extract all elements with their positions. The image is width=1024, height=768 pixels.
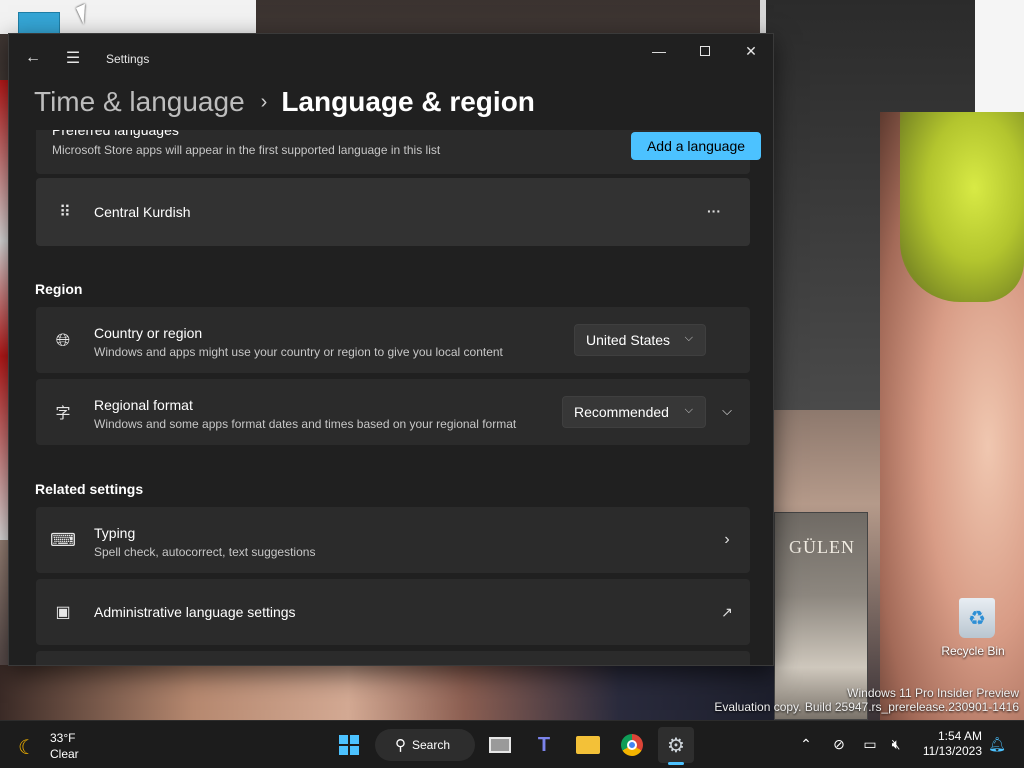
network-tray-button[interactable]: ⊘ <box>828 733 850 755</box>
settings-taskbar-button[interactable]: ⚙ <box>658 727 694 765</box>
recycle-bin-icon: ♻ <box>959 598 995 638</box>
regional-format-value: Recommended <box>574 404 669 420</box>
taskbar-search[interactable]: ⚲ Search <box>375 729 475 761</box>
chrome-button[interactable] <box>614 727 650 763</box>
notifications-button[interactable]: 🔔︎ <box>986 733 1008 755</box>
preferred-languages-subtitle: Microsoft Store apps will appear in the … <box>52 143 441 157</box>
hamburger-menu-icon: ☰ <box>65 50 81 67</box>
chevron-right-icon: › <box>260 90 268 113</box>
language-item[interactable]: ⠿ Central Kurdish ··· <box>36 178 750 246</box>
nav-menu-button[interactable]: ☰ <box>59 44 87 72</box>
keyboard-icon: ⌨ <box>50 529 76 550</box>
country-region-title: Country or region <box>94 325 203 341</box>
typing-title: Typing <box>94 525 136 541</box>
breadcrumb: Time & language › Language & region <box>34 82 535 122</box>
chevron-up-icon: ⌃ <box>800 735 812 752</box>
search-icon: ⚲ <box>395 737 406 754</box>
country-region-dropdown[interactable]: United States ⌵ <box>574 324 706 356</box>
regional-format-subtitle: Windows and some apps format dates and t… <box>94 417 517 431</box>
settings-content[interactable]: Preferred languages Microsoft Store apps… <box>9 130 773 665</box>
external-link-icon: ↗ <box>721 603 733 620</box>
clock-date: 11/13/2023 <box>922 744 982 758</box>
volume-muted-icon: 🔇︎ <box>891 735 901 752</box>
close-button[interactable]: ✕ <box>728 36 773 66</box>
typing-card[interactable]: ⌨ Typing Spell check, autocorrect, text … <box>36 507 750 573</box>
next-card <box>36 651 750 665</box>
typing-subtitle: Spell check, autocorrect, text suggestio… <box>94 545 316 559</box>
more-options-button[interactable]: ··· <box>703 200 725 222</box>
watermark-line: Windows 11 Pro Insider Preview <box>847 686 1019 700</box>
search-label: Search <box>412 738 451 752</box>
file-explorer-button[interactable] <box>570 727 606 763</box>
taskbar: ☾ 33°F Clear ⚲ Search T ⚙ ⌃ ⊘ ▭ 🔇︎ 1:54 … <box>0 720 1024 768</box>
chevron-down-icon: ⌵ <box>684 332 693 344</box>
country-region-card: 🌐︎ Country or region Windows and apps mi… <box>36 307 750 373</box>
wallpaper-region <box>975 0 1024 112</box>
country-region-value: United States <box>586 332 671 348</box>
clock-time: 1:54 AM <box>937 729 982 743</box>
title-bar[interactable]: ← ☰ Settings — ✕ <box>9 34 773 84</box>
add-language-button[interactable]: Add a language <box>631 132 761 160</box>
more-icon: ··· <box>707 203 721 219</box>
book-title: GÜLEN <box>789 537 855 557</box>
volume-tray-button[interactable]: 🔇︎ <box>885 733 907 755</box>
back-button[interactable]: ← <box>19 44 47 72</box>
admin-language-title: Administrative language settings <box>94 604 296 620</box>
region-heading: Region <box>35 281 83 297</box>
page-title: Language & region <box>281 86 535 117</box>
system-clock[interactable]: 1:54 AM 11/13/2023 <box>918 729 982 759</box>
weather-temp: 33°F <box>50 731 76 745</box>
wallpaper-region <box>900 112 1024 302</box>
regional-format-dropdown[interactable]: Recommended ⌵ <box>562 396 706 428</box>
chrome-icon <box>621 734 643 756</box>
minimize-icon: — <box>652 43 666 59</box>
recycle-bin[interactable]: ♻ Recycle Bin <box>941 598 1009 658</box>
maximize-button[interactable] <box>682 36 728 66</box>
recycle-bin-label: Recycle Bin <box>941 644 1005 658</box>
regional-format-card[interactable]: 字 Regional format Windows and some apps … <box>36 379 750 445</box>
related-settings-heading: Related settings <box>35 481 144 497</box>
language-format-icon: 字 <box>55 404 71 422</box>
maximize-icon <box>700 46 710 56</box>
chevron-down-icon: ⌵ <box>722 403 732 418</box>
folder-icon <box>576 736 600 754</box>
start-button[interactable] <box>331 727 367 763</box>
show-hidden-icons-button[interactable]: ⌃ <box>795 733 817 755</box>
monitor-icon: ▭ <box>863 735 877 752</box>
close-icon: ✕ <box>745 42 757 59</box>
admin-window-icon: ▣ <box>55 604 71 621</box>
display-tray-button[interactable]: ▭ <box>859 733 881 755</box>
task-view-button[interactable] <box>482 727 518 763</box>
no-network-icon: ⊘ <box>833 735 845 752</box>
admin-language-card[interactable]: ▣ Administrative language settings ↗ <box>36 579 750 645</box>
back-arrow-icon: ← <box>25 49 41 66</box>
preferred-languages-title: Preferred languages <box>52 130 179 138</box>
moon-icon: ☾ <box>18 737 36 759</box>
preferred-languages-card: Preferred languages Microsoft Store apps… <box>36 130 761 174</box>
windows-logo-icon <box>339 735 359 755</box>
language-name: Central Kurdish <box>94 204 191 220</box>
app-title: Settings <box>106 52 150 66</box>
teams-icon: T <box>537 733 551 756</box>
breadcrumb-parent[interactable]: Time & language <box>34 86 245 118</box>
weather-condition: Clear <box>50 747 79 761</box>
globe-icon: 🌐︎ <box>55 329 71 350</box>
settings-window: ← ☰ Settings — ✕ Time & language › Langu… <box>8 33 774 666</box>
gear-icon: ⚙ <box>667 734 685 757</box>
drag-handle-icon[interactable]: ⠿ <box>53 201 75 223</box>
chevron-down-icon: ⌵ <box>684 404 693 416</box>
watermark-line: Evaluation copy. Build 25947.rs_prerelea… <box>714 700 1019 714</box>
country-region-subtitle: Windows and apps might use your country … <box>94 345 503 359</box>
os-watermark: Windows 11 Pro Insider Preview Evaluatio… <box>714 686 1019 714</box>
expand-button[interactable]: ⌵ <box>716 400 738 422</box>
teams-button[interactable]: T <box>526 727 562 763</box>
minimize-button[interactable]: — <box>636 36 682 66</box>
regional-format-title: Regional format <box>94 397 193 413</box>
bell-icon: 🔔︎ <box>988 735 1006 752</box>
chevron-right-icon: › <box>724 531 730 548</box>
task-view-icon <box>489 737 511 753</box>
wallpaper-region <box>0 665 774 720</box>
active-indicator <box>668 762 684 765</box>
